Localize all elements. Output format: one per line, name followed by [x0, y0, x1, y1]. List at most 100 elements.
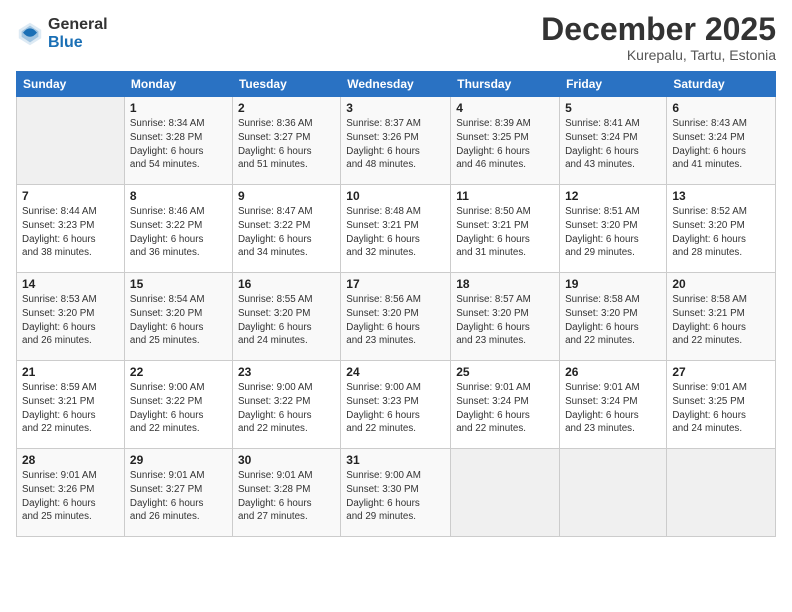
- calendar-week-0: 1 Sunrise: 8:34 AM Sunset: 3:28 PM Daylig…: [17, 97, 776, 185]
- calendar-week-3: 21 Sunrise: 8:59 AM Sunset: 3:21 PM Dayli…: [17, 361, 776, 449]
- logo: General Blue: [16, 16, 108, 51]
- calendar-cell: 28 Sunrise: 9:01 AM Sunset: 3:26 PM Dayli…: [17, 449, 125, 537]
- calendar-cell: [451, 449, 560, 537]
- location: Kurepalu, Tartu, Estonia: [541, 47, 776, 63]
- day-info: Sunrise: 8:43 AM Sunset: 3:24 PM Dayligh…: [672, 117, 770, 172]
- day-number: 9: [238, 189, 335, 203]
- calendar-cell: 4 Sunrise: 8:39 AM Sunset: 3:25 PM Daylig…: [451, 97, 560, 185]
- col-wednesday: Wednesday: [341, 72, 451, 97]
- day-number: 29: [130, 453, 227, 467]
- day-info: Sunrise: 8:57 AM Sunset: 3:20 PM Dayligh…: [456, 293, 554, 348]
- day-number: 10: [346, 189, 445, 203]
- logo-blue-text: Blue: [48, 34, 108, 52]
- day-number: 17: [346, 277, 445, 291]
- day-number: 2: [238, 101, 335, 115]
- page: General Blue December 2025 Kurepalu, Tar…: [0, 0, 792, 612]
- calendar-body: 1 Sunrise: 8:34 AM Sunset: 3:28 PM Daylig…: [17, 97, 776, 537]
- calendar-cell: [560, 449, 667, 537]
- day-info: Sunrise: 8:44 AM Sunset: 3:23 PM Dayligh…: [22, 205, 119, 260]
- logo-text: General Blue: [48, 16, 108, 51]
- day-number: 26: [565, 365, 661, 379]
- day-info: Sunrise: 9:01 AM Sunset: 3:26 PM Dayligh…: [22, 469, 119, 524]
- calendar-cell: 7 Sunrise: 8:44 AM Sunset: 3:23 PM Daylig…: [17, 185, 125, 273]
- calendar: Sunday Monday Tuesday Wednesday Thursday…: [16, 71, 776, 537]
- logo-icon: [16, 20, 44, 48]
- col-monday: Monday: [124, 72, 232, 97]
- title-block: December 2025 Kurepalu, Tartu, Estonia: [541, 12, 776, 63]
- calendar-cell: 3 Sunrise: 8:37 AM Sunset: 3:26 PM Daylig…: [341, 97, 451, 185]
- day-number: 30: [238, 453, 335, 467]
- day-info: Sunrise: 8:55 AM Sunset: 3:20 PM Dayligh…: [238, 293, 335, 348]
- calendar-cell: 2 Sunrise: 8:36 AM Sunset: 3:27 PM Daylig…: [232, 97, 340, 185]
- calendar-cell: 9Sunrise: 8:47 AM Sunset: 3:22 PM Daylig…: [232, 185, 340, 273]
- col-thursday: Thursday: [451, 72, 560, 97]
- calendar-cell: 10 Sunrise: 8:48 AM Sunset: 3:21 PM Dayli…: [341, 185, 451, 273]
- calendar-cell: 20 Sunrise: 8:58 AM Sunset: 3:21 PM Dayli…: [667, 273, 776, 361]
- calendar-cell: 19 Sunrise: 8:58 AM Sunset: 3:20 PM Dayli…: [560, 273, 667, 361]
- day-info: Sunrise: 8:36 AM Sunset: 3:27 PM Dayligh…: [238, 117, 335, 172]
- day-number: 14: [22, 277, 119, 291]
- day-number: 1: [130, 101, 227, 115]
- day-number: 4: [456, 101, 554, 115]
- day-info: Sunrise: 9:01 AM Sunset: 3:25 PM Dayligh…: [672, 381, 770, 436]
- day-info: Sunrise: 9:00 AM Sunset: 3:22 PM Dayligh…: [130, 381, 227, 436]
- day-info: Sunrise: 8:39 AM Sunset: 3:25 PM Dayligh…: [456, 117, 554, 172]
- day-number: 25: [456, 365, 554, 379]
- day-number: 21: [22, 365, 119, 379]
- day-info: Sunrise: 8:51 AM Sunset: 3:20 PM Dayligh…: [565, 205, 661, 260]
- day-number: 19: [565, 277, 661, 291]
- day-info: Sunrise: 8:56 AM Sunset: 3:20 PM Dayligh…: [346, 293, 445, 348]
- month-title: December 2025: [541, 12, 776, 47]
- calendar-cell: 29Sunrise: 9:01 AM Sunset: 3:27 PM Dayli…: [124, 449, 232, 537]
- day-info: Sunrise: 9:01 AM Sunset: 3:24 PM Dayligh…: [456, 381, 554, 436]
- calendar-cell: 1 Sunrise: 8:34 AM Sunset: 3:28 PM Daylig…: [124, 97, 232, 185]
- calendar-week-2: 14Sunrise: 8:53 AM Sunset: 3:20 PM Dayli…: [17, 273, 776, 361]
- calendar-cell: 18 Sunrise: 8:57 AM Sunset: 3:20 PM Dayli…: [451, 273, 560, 361]
- day-info: Sunrise: 8:37 AM Sunset: 3:26 PM Dayligh…: [346, 117, 445, 172]
- day-info: Sunrise: 8:34 AM Sunset: 3:28 PM Dayligh…: [130, 117, 227, 172]
- calendar-header: Sunday Monday Tuesday Wednesday Thursday…: [17, 72, 776, 97]
- day-info: Sunrise: 8:58 AM Sunset: 3:20 PM Dayligh…: [565, 293, 661, 348]
- calendar-cell: 17 Sunrise: 8:56 AM Sunset: 3:20 PM Dayli…: [341, 273, 451, 361]
- calendar-cell: 14Sunrise: 8:53 AM Sunset: 3:20 PM Dayli…: [17, 273, 125, 361]
- day-info: Sunrise: 8:52 AM Sunset: 3:20 PM Dayligh…: [672, 205, 770, 260]
- day-number: 11: [456, 189, 554, 203]
- day-info: Sunrise: 8:41 AM Sunset: 3:24 PM Dayligh…: [565, 117, 661, 172]
- day-number: 3: [346, 101, 445, 115]
- calendar-week-1: 7 Sunrise: 8:44 AM Sunset: 3:23 PM Daylig…: [17, 185, 776, 273]
- day-number: 13: [672, 189, 770, 203]
- calendar-cell: 24 Sunrise: 9:00 AM Sunset: 3:23 PM Dayli…: [341, 361, 451, 449]
- day-info: Sunrise: 9:00 AM Sunset: 3:23 PM Dayligh…: [346, 381, 445, 436]
- day-info: Sunrise: 9:01 AM Sunset: 3:24 PM Dayligh…: [565, 381, 661, 436]
- col-tuesday: Tuesday: [232, 72, 340, 97]
- col-friday: Friday: [560, 72, 667, 97]
- day-number: 18: [456, 277, 554, 291]
- day-info: Sunrise: 8:48 AM Sunset: 3:21 PM Dayligh…: [346, 205, 445, 260]
- calendar-cell: 21 Sunrise: 8:59 AM Sunset: 3:21 PM Dayli…: [17, 361, 125, 449]
- calendar-cell: [667, 449, 776, 537]
- day-info: Sunrise: 8:54 AM Sunset: 3:20 PM Dayligh…: [130, 293, 227, 348]
- calendar-cell: 26 Sunrise: 9:01 AM Sunset: 3:24 PM Dayli…: [560, 361, 667, 449]
- day-number: 7: [22, 189, 119, 203]
- col-sunday: Sunday: [17, 72, 125, 97]
- day-info: Sunrise: 9:00 AM Sunset: 3:30 PM Dayligh…: [346, 469, 445, 524]
- calendar-cell: 23Sunrise: 9:00 AM Sunset: 3:22 PM Dayli…: [232, 361, 340, 449]
- day-number: 20: [672, 277, 770, 291]
- day-number: 24: [346, 365, 445, 379]
- calendar-cell: [17, 97, 125, 185]
- day-number: 8: [130, 189, 227, 203]
- day-info: Sunrise: 8:59 AM Sunset: 3:21 PM Dayligh…: [22, 381, 119, 436]
- day-number: 22: [130, 365, 227, 379]
- calendar-cell: 8Sunrise: 8:46 AM Sunset: 3:22 PM Daylig…: [124, 185, 232, 273]
- day-number: 5: [565, 101, 661, 115]
- calendar-cell: 5 Sunrise: 8:41 AM Sunset: 3:24 PM Daylig…: [560, 97, 667, 185]
- day-number: 28: [22, 453, 119, 467]
- day-number: 15: [130, 277, 227, 291]
- calendar-cell: 12Sunrise: 8:51 AM Sunset: 3:20 PM Dayli…: [560, 185, 667, 273]
- calendar-cell: 22 Sunrise: 9:00 AM Sunset: 3:22 PM Dayli…: [124, 361, 232, 449]
- day-number: 31: [346, 453, 445, 467]
- calendar-cell: 25 Sunrise: 9:01 AM Sunset: 3:24 PM Dayli…: [451, 361, 560, 449]
- day-info: Sunrise: 8:58 AM Sunset: 3:21 PM Dayligh…: [672, 293, 770, 348]
- calendar-cell: 6Sunrise: 8:43 AM Sunset: 3:24 PM Daylig…: [667, 97, 776, 185]
- calendar-cell: 16Sunrise: 8:55 AM Sunset: 3:20 PM Dayli…: [232, 273, 340, 361]
